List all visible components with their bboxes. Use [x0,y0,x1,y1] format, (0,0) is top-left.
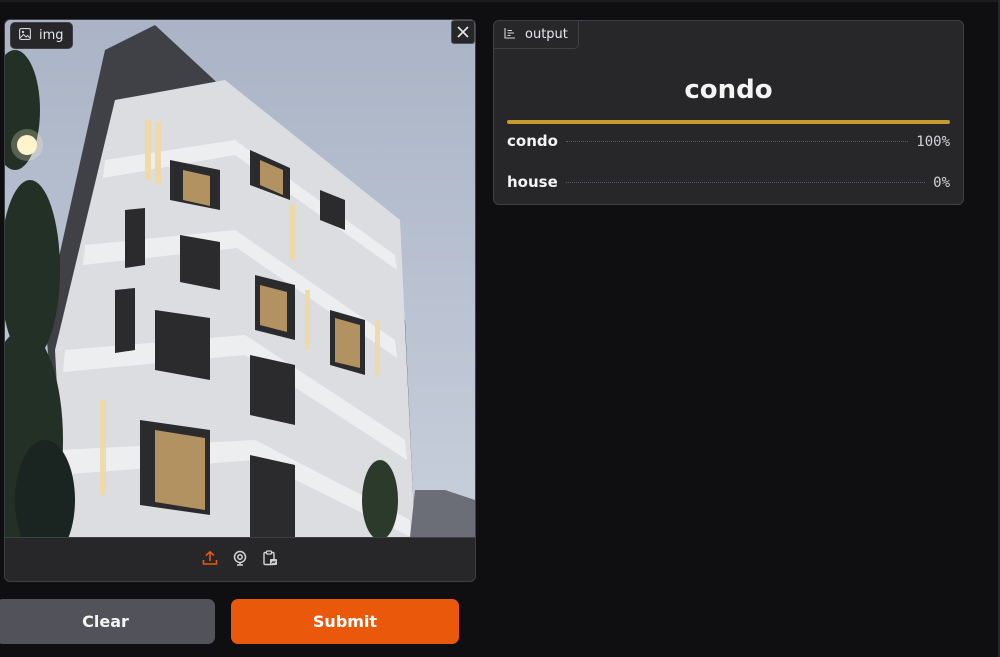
submit-button[interactable]: Submit [231,599,459,644]
dotted-leader [565,141,909,142]
uploaded-image [5,20,475,537]
image-input-label-text: img [39,28,64,43]
clipboard-icon [262,549,278,570]
confidence-row: house 0% [507,161,950,199]
upload-icon [202,550,218,570]
confidence-label: condo [507,132,558,150]
clipboard-button[interactable] [261,549,279,570]
predicted-label: condo [684,75,773,105]
dotted-leader [565,182,926,183]
upload-button[interactable] [201,550,219,570]
clear-image-button[interactable] [451,20,475,44]
image-icon [19,27,31,44]
confidence-bar [507,120,950,124]
top-border [0,0,1000,2]
image-input-panel[interactable]: img [4,19,476,582]
output-panel: output condo condo 100% house 0% [493,20,964,205]
confidence-row: condo 100% [507,120,950,158]
webcam-icon [232,550,248,570]
confidence-label: house [507,173,558,191]
close-icon [457,23,469,42]
clear-button[interactable]: Clear [0,599,215,644]
webcam-button[interactable] [231,550,249,570]
output-label-text: output [525,27,568,42]
confidence-value: 0% [933,175,950,191]
confidence-value: 100% [916,134,950,150]
bar-chart-icon [504,27,516,43]
image-source-toolbar [5,537,475,581]
image-input-label: img [10,22,73,49]
output-label: output [494,21,579,49]
